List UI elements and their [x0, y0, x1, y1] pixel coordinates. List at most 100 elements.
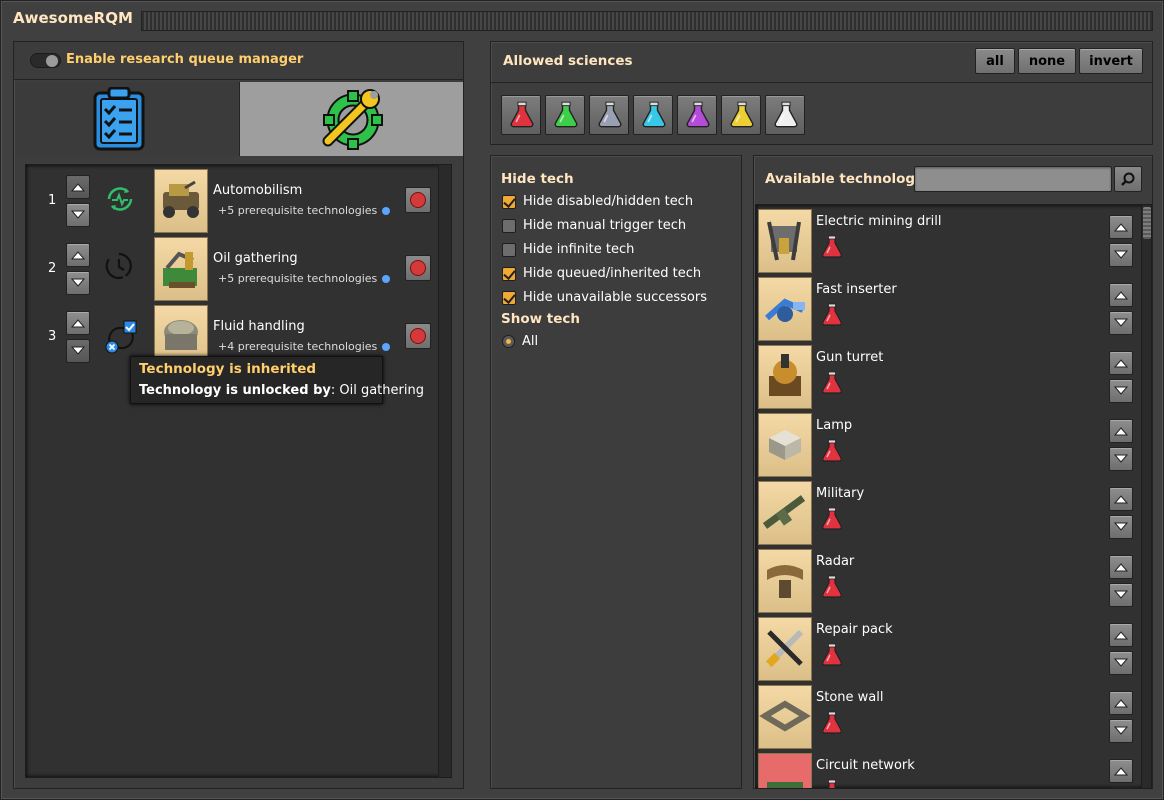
queue-top-button[interactable]: [1109, 623, 1133, 647]
arrow-up-icon: [1114, 223, 1128, 232]
available-tech-row[interactable]: Fast inserter: [756, 277, 1140, 343]
queue-bottom-button[interactable]: [1109, 379, 1133, 403]
required-science: [820, 643, 844, 671]
available-tech-row[interactable]: Lamp: [756, 413, 1140, 479]
filter-checkbox[interactable]: [502, 243, 516, 257]
available-tech-row[interactable]: Stone wall: [756, 685, 1140, 751]
available-tech-list[interactable]: Electric mining drill Fast inserter Gun tu…: [755, 204, 1152, 789]
filter-checkbox[interactable]: [502, 291, 516, 305]
queue-top-button[interactable]: [1109, 487, 1133, 511]
available-tech-row[interactable]: Repair pack: [756, 617, 1140, 683]
science-pack-icon: [510, 101, 534, 128]
tooltip-body: Technology is unlocked by: Oil gathering: [139, 383, 424, 398]
select-none-button[interactable]: none: [1018, 48, 1076, 74]
gun-turret-icon: [758, 345, 812, 409]
trash-icon: [410, 192, 426, 208]
remove-button[interactable]: [405, 323, 431, 349]
queue-bottom-button[interactable]: [1109, 787, 1133, 788]
circuit-network-icon: [758, 753, 812, 788]
queue-bottom-button[interactable]: [1109, 243, 1133, 267]
move-up-button[interactable]: [66, 311, 90, 335]
queue-top-button[interactable]: [1109, 691, 1133, 715]
arrow-down-icon: [71, 278, 85, 287]
tech-name: Gun turret: [816, 350, 884, 365]
tech-name: Electric mining drill: [816, 214, 942, 229]
show-all-radio[interactable]: [502, 335, 515, 348]
red-science-icon: [822, 371, 842, 394]
available-tech-row[interactable]: Circuit network: [756, 753, 1140, 788]
red-science-icon: [822, 235, 842, 258]
queue-bottom-button[interactable]: [1109, 719, 1133, 743]
move-down-button[interactable]: [66, 271, 90, 295]
queue-top-button[interactable]: [1109, 555, 1133, 579]
prereq-text: +5 prerequisite technologies: [218, 204, 378, 217]
science-toggle[interactable]: [721, 95, 761, 135]
queue-top-button[interactable]: [1109, 215, 1133, 239]
move-up-button[interactable]: [66, 243, 90, 267]
move-down-button[interactable]: [66, 203, 90, 227]
science-toggle[interactable]: [633, 95, 673, 135]
arrow-up-icon: [1114, 291, 1128, 300]
arrow-down-icon: [1114, 386, 1128, 395]
filter-checkbox[interactable]: [502, 195, 516, 209]
title-bar[interactable]: AwesomeRQM: [1, 1, 1163, 37]
clipboard-checklist-icon: [93, 87, 145, 151]
tooltip-title: Technology is inherited: [139, 361, 317, 377]
tech-icon[interactable]: [154, 237, 208, 301]
tech-name: Oil gathering: [213, 251, 298, 266]
available-tech-row[interactable]: Radar: [756, 549, 1140, 615]
science-toggle[interactable]: [677, 95, 717, 135]
queue-scrollbar[interactable]: [438, 165, 451, 777]
drag-handle[interactable]: [141, 11, 1153, 31]
filter-label: Hide unavailable successors: [523, 290, 707, 305]
science-pack-icon: [598, 101, 622, 128]
queue-bottom-button[interactable]: [1109, 447, 1133, 471]
move-down-button[interactable]: [66, 339, 90, 363]
move-up-button[interactable]: [66, 175, 90, 199]
queue-top-button[interactable]: [1109, 351, 1133, 375]
arrow-down-icon: [1114, 726, 1128, 735]
filter-label: Hide manual trigger tech: [523, 218, 687, 233]
queue-bottom-button[interactable]: [1109, 651, 1133, 675]
queue-bottom-button[interactable]: [1109, 583, 1133, 607]
queue-top-button[interactable]: [1109, 759, 1133, 783]
available-tech-row[interactable]: Gun turret: [756, 345, 1140, 411]
invert-selection-button[interactable]: invert: [1079, 48, 1143, 74]
filter-checkbox[interactable]: [502, 267, 516, 281]
science-toggle[interactable]: [589, 95, 629, 135]
select-all-button[interactable]: all: [975, 48, 1015, 74]
queue-manager-toggle[interactable]: [30, 53, 61, 68]
required-science: [820, 575, 844, 603]
queue-bottom-button[interactable]: [1109, 515, 1133, 539]
available-tech-row[interactable]: Electric mining drill: [756, 209, 1140, 275]
arrow-up-icon: [1114, 699, 1128, 708]
remove-button[interactable]: [405, 255, 431, 281]
filter-checkbox[interactable]: [502, 219, 516, 233]
science-pack-icon: [730, 101, 754, 128]
search-button[interactable]: [1114, 166, 1142, 192]
tech-icon[interactable]: [154, 169, 208, 233]
arrow-up-icon: [1114, 563, 1128, 572]
scroll-thumb[interactable]: [1143, 207, 1151, 239]
available-tech-row[interactable]: Military: [756, 481, 1140, 547]
tech-name: Circuit network: [816, 758, 915, 773]
queue-bottom-button[interactable]: [1109, 311, 1133, 335]
search-input[interactable]: [914, 166, 1112, 192]
available-scrollbar[interactable]: [1141, 205, 1151, 788]
queue-index: 2: [48, 261, 57, 276]
inherited-icon: [104, 319, 140, 355]
tab-settings[interactable]: [239, 82, 463, 156]
science-toggle[interactable]: [765, 95, 805, 135]
arrow-up-icon: [1114, 495, 1128, 504]
tab-queue[interactable]: [15, 82, 238, 156]
inherited-tooltip: Technology is inherited Technology is un…: [130, 356, 424, 404]
radar-icon: [758, 549, 812, 613]
queue-top-button[interactable]: [1109, 283, 1133, 307]
queue-top-button[interactable]: [1109, 419, 1133, 443]
science-toggle[interactable]: [545, 95, 585, 135]
queue-list[interactable]: 1 Automobilism +5 prerequisite technologie…: [25, 164, 452, 778]
science-toggle[interactable]: [501, 95, 541, 135]
red-science-icon: [822, 507, 842, 530]
available-tech-panel: Available technology Electric mining dri…: [753, 155, 1153, 789]
remove-button[interactable]: [405, 187, 431, 213]
